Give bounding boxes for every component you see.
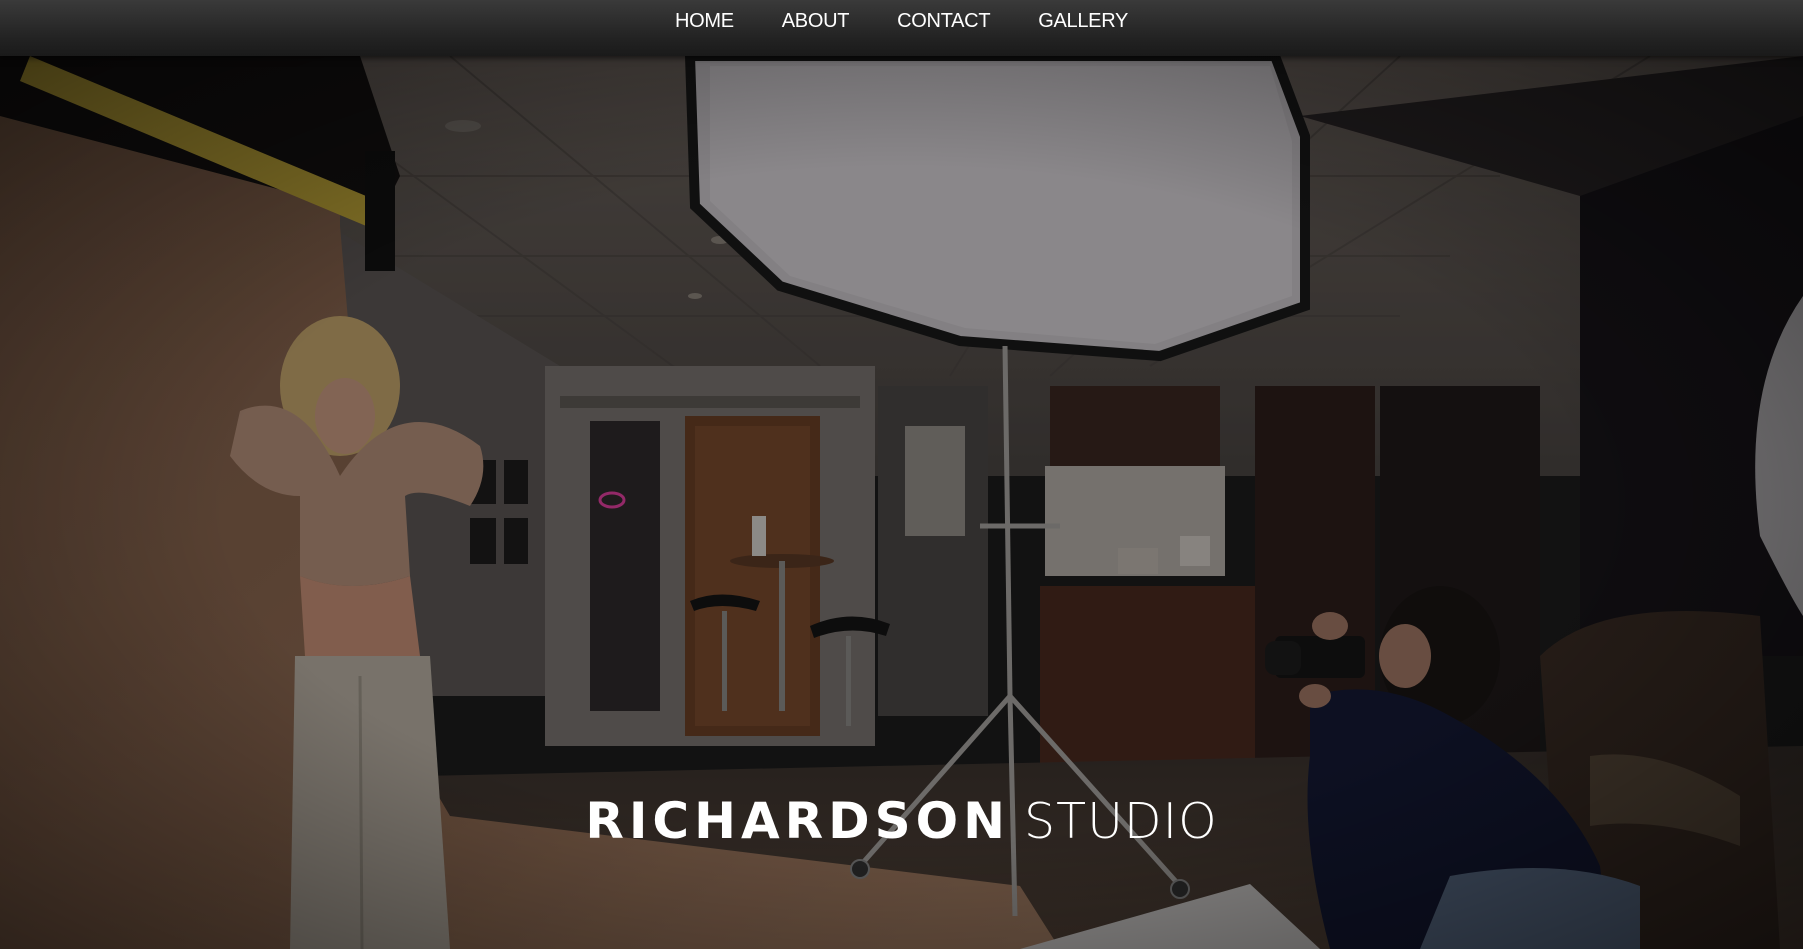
top-navigation-bar: HOME ABOUT CONTACT GALLERY [0,0,1803,56]
nav-link-gallery[interactable]: GALLERY [1014,10,1152,33]
nav-link-contact[interactable]: CONTACT [873,10,1014,33]
studio-brand-title: RICHARDSON STUDIO [0,792,1803,850]
nav-link-about[interactable]: ABOUT [758,10,873,33]
page: HOME ABOUT CONTACT GALLERY RICHARDSON ST… [0,0,1803,949]
nav-menu: HOME ABOUT CONTACT GALLERY [0,0,1803,42]
nav-link-home[interactable]: HOME [651,10,758,33]
brand-name-sub: STUDIO [1024,793,1218,850]
hero-section: RICHARDSON STUDIO [0,56,1803,949]
brand-name-main: RICHARDSON [585,792,1011,850]
